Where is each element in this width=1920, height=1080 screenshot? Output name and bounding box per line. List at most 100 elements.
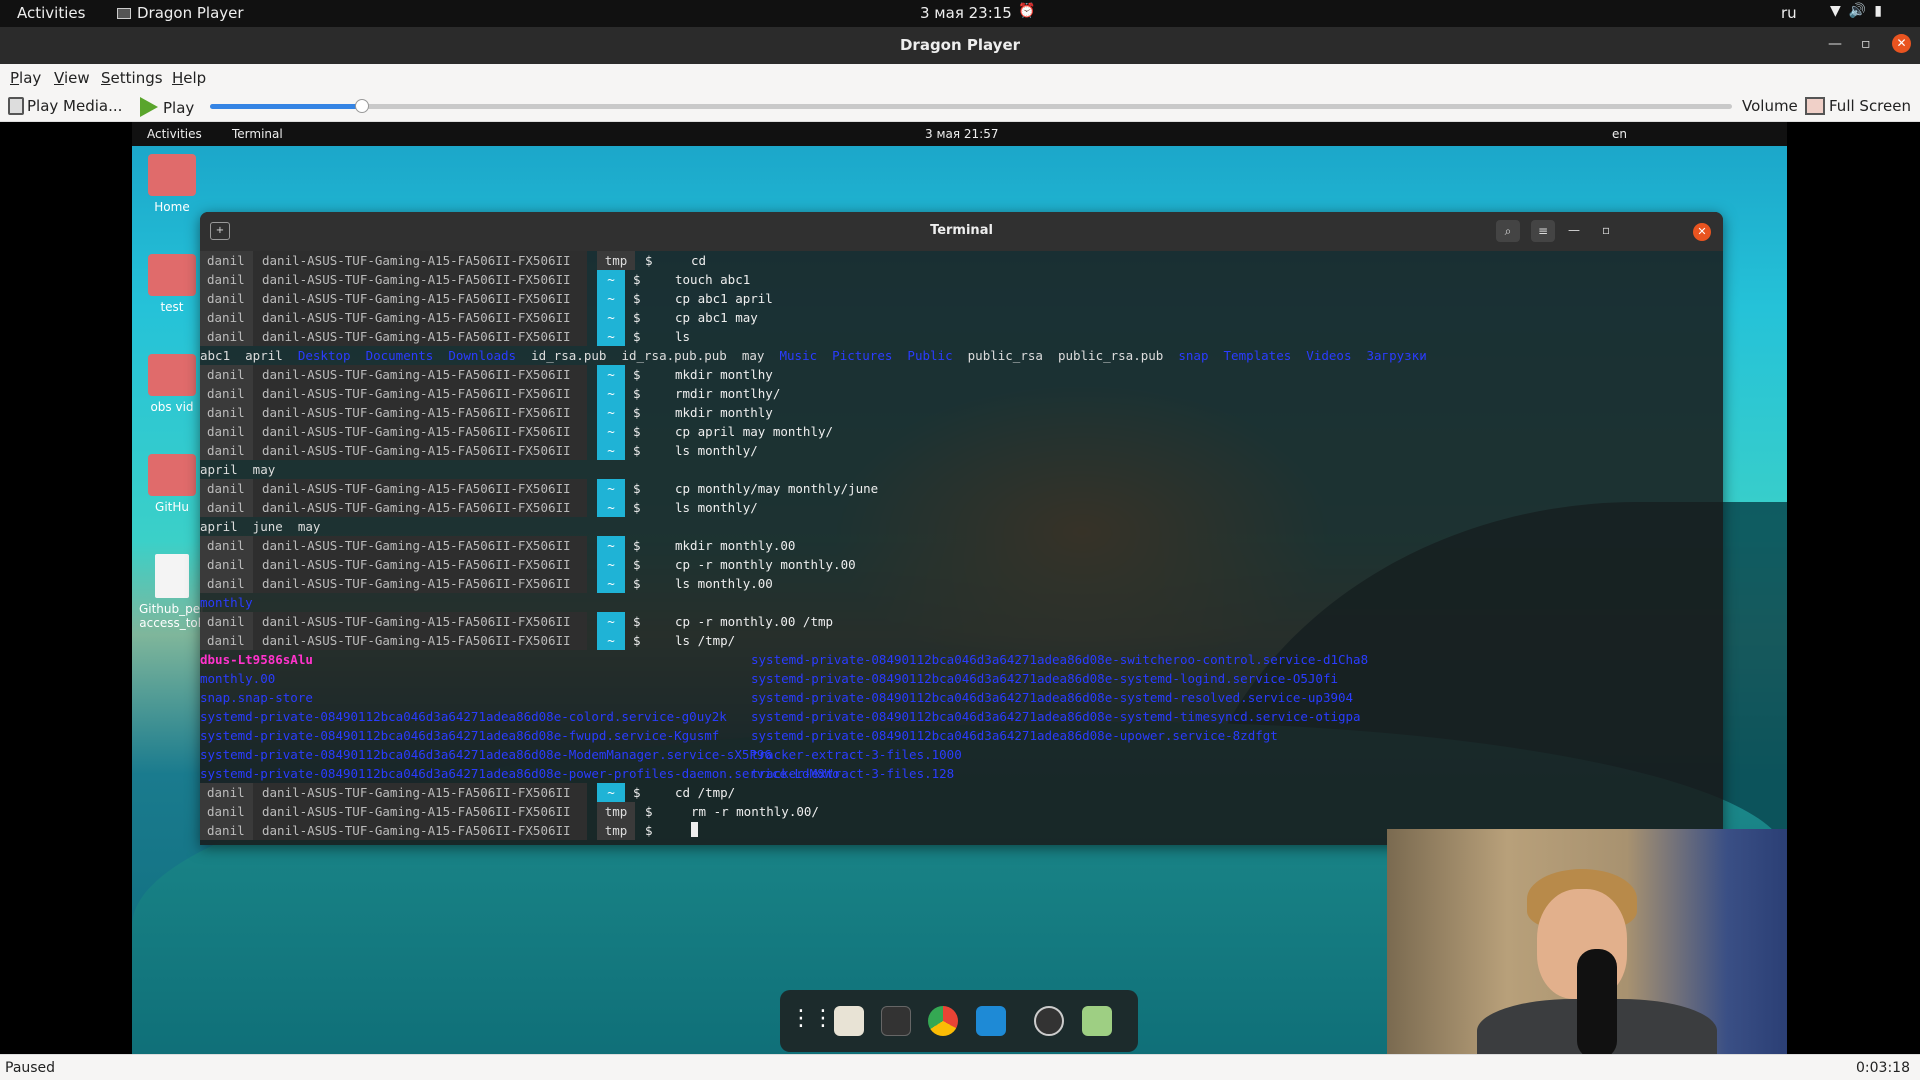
terminal-command: cp april may monthly/ — [675, 424, 834, 439]
prompt-host: danil-ASUS-TUF-Gaming-A15-FA506II-FX506I… — [253, 631, 587, 650]
window-title-bar: Dragon Player — ▫ ✕ — [0, 27, 1920, 64]
menu-bar: Play View Settings Help — [0, 64, 1920, 91]
minimize-button[interactable]: — — [1828, 36, 1842, 52]
media-icon — [8, 97, 24, 115]
output-item: Music Pictures Public — [779, 348, 953, 363]
full-screen-button[interactable]: Full Screen — [1805, 97, 1911, 115]
play-media-button[interactable]: Play Media... — [8, 97, 122, 115]
terminal-line: danil danil-ASUS-TUF-Gaming-A15-FA506II-F… — [200, 441, 1723, 460]
terminal-line: danil danil-ASUS-TUF-Gaming-A15-FA506II-F… — [200, 783, 1723, 802]
activities-button[interactable]: Activities — [17, 4, 85, 22]
menu-view[interactable]: View — [54, 69, 90, 87]
output-item: systemd-private-08490112bca046d3a64271ad… — [200, 709, 727, 724]
prompt-host: danil-ASUS-TUF-Gaming-A15-FA506II-FX506I… — [253, 270, 587, 289]
terminal-header: + Terminal ⌕ ≡ — ▫ ✕ — [200, 212, 1723, 251]
prompt-directory: ~ — [597, 365, 625, 384]
terminal-line: monthly.00 systemd-private-08490112bca046… — [200, 669, 1723, 688]
terminal-output-line: april may — [200, 460, 275, 479]
system-tray[interactable]: ▼🔊▮ — [1830, 3, 1890, 19]
system-clock[interactable]: 3 мая 23:15 — [920, 4, 1012, 22]
menu-settings[interactable]: Settings — [101, 69, 163, 87]
prompt-directory: ~ — [597, 555, 625, 574]
terminal-icon — [881, 1006, 911, 1036]
seek-handle[interactable] — [355, 99, 370, 113]
prompt-symbol: $ — [633, 557, 641, 572]
microphone — [1577, 949, 1617, 1054]
volume-button[interactable]: Volume — [1742, 97, 1798, 115]
prompt-symbol: $ — [633, 329, 641, 344]
desktop-icon-label: test — [160, 300, 184, 314]
maximize-button[interactable]: ▫ — [1861, 36, 1871, 52]
terminal-line: snap.snap-store systemd-private-08490112b… — [200, 688, 1723, 707]
folder-icon — [148, 254, 196, 296]
play-label: Play — [163, 99, 195, 117]
dragon-player-icon — [117, 8, 131, 19]
prompt-symbol: $ — [633, 633, 641, 648]
prompt-symbol: $ — [633, 291, 641, 306]
terminal-line: danil danil-ASUS-TUF-Gaming-A15-FA506II-F… — [200, 631, 1723, 650]
menu-play[interactable]: Play — [10, 69, 41, 87]
window-title: Dragon Player — [899, 36, 1021, 54]
close-button[interactable]: ✕ — [1892, 34, 1911, 53]
maximize-icon: ▫ — [1602, 223, 1611, 237]
prompt-host: danil-ASUS-TUF-Gaming-A15-FA506II-FX506I… — [253, 783, 587, 802]
terminal-window: + Terminal ⌕ ≡ — ▫ ✕ danil danil-ASUS-TUF… — [200, 212, 1723, 845]
prompt-symbol: $ — [633, 785, 641, 800]
prompt-symbol: $ — [633, 386, 641, 401]
output-item: systemd-private-08490112bca046d3a64271ad… — [751, 652, 1369, 667]
play-button[interactable]: Play — [140, 97, 194, 117]
prompt-host: danil-ASUS-TUF-Gaming-A15-FA506II-FX506I… — [253, 365, 587, 384]
desktop-icon-label: GitHu — [155, 500, 189, 514]
terminal-command: cp monthly/may monthly/june — [675, 481, 879, 496]
prompt-host: danil-ASUS-TUF-Gaming-A15-FA506II-FX506I… — [253, 422, 587, 441]
prompt-user: danil — [200, 441, 253, 460]
prompt-directory: ~ — [597, 612, 625, 631]
prompt-directory: tmp — [597, 821, 635, 840]
terminal-line: systemd-private-08490112bca046d3a64271ad… — [200, 745, 1723, 764]
prompt-user: danil — [200, 498, 253, 517]
focused-app-menu[interactable]: Dragon Player — [117, 4, 244, 22]
terminal-cursor — [691, 822, 698, 837]
output-item: id_rsa.pub id_rsa.pub.pub may — [516, 348, 780, 363]
video-area[interactable]: Activities Terminal 3 мая 21:57 en Home … — [0, 122, 1920, 1054]
output-item: monthly.00 — [200, 671, 276, 686]
keyboard-layout[interactable]: ru — [1781, 4, 1797, 22]
terminal-command: ls /tmp/ — [675, 633, 736, 648]
prompt-symbol: $ — [633, 538, 641, 553]
prompt-symbol: $ — [633, 576, 641, 591]
terminal-command: cp -r monthly monthly.00 — [675, 557, 856, 572]
prompt-directory: ~ — [597, 631, 625, 650]
files-icon — [834, 1006, 864, 1036]
terminal-command: ls monthly/ — [675, 500, 758, 515]
terminal-command — [691, 821, 698, 840]
terminal-line: danil danil-ASUS-TUF-Gaming-A15-FA506II-F… — [200, 270, 1723, 289]
prompt-user: danil — [200, 289, 253, 308]
home-folder-icon — [148, 154, 196, 196]
terminal-output-line: monthly — [200, 593, 253, 612]
prompt-host: danil-ASUS-TUF-Gaming-A15-FA506II-FX506I… — [253, 384, 587, 403]
prompt-user: danil — [200, 631, 253, 650]
prompt-user: danil — [200, 612, 253, 631]
terminal-command: rmdir montlhy/ — [675, 386, 781, 401]
playback-state: Paused — [5, 1060, 56, 1076]
prompt-host: danil-ASUS-TUF-Gaming-A15-FA506II-FX506I… — [253, 536, 587, 555]
prompt-symbol: $ — [633, 614, 641, 629]
prompt-directory: ~ — [597, 536, 625, 555]
terminal-line: danil danil-ASUS-TUF-Gaming-A15-FA506II-F… — [200, 612, 1723, 631]
prompt-symbol: $ — [633, 405, 641, 420]
seek-slider[interactable] — [210, 99, 1732, 113]
terminal-output-line: abc1 april Desktop Documents Downloads i… — [200, 346, 1427, 365]
prompt-directory: ~ — [597, 574, 625, 593]
prompt-directory: ~ — [597, 441, 625, 460]
prompt-symbol: $ — [633, 310, 641, 325]
menu-help[interactable]: Help — [172, 69, 206, 87]
prompt-host: danil-ASUS-TUF-Gaming-A15-FA506II-FX506I… — [253, 498, 587, 517]
prompt-user: danil — [200, 422, 253, 441]
prompt-directory: tmp — [597, 251, 635, 270]
prompt-user: danil — [200, 783, 253, 802]
prompt-user: danil — [200, 479, 253, 498]
system-top-bar: Activities Dragon Player 3 мая 23:15 ⏰ r… — [0, 0, 1920, 27]
prompt-symbol: $ — [633, 424, 641, 439]
terminal-output-line: april june may — [200, 517, 320, 536]
prompt-symbol: $ — [633, 272, 641, 287]
